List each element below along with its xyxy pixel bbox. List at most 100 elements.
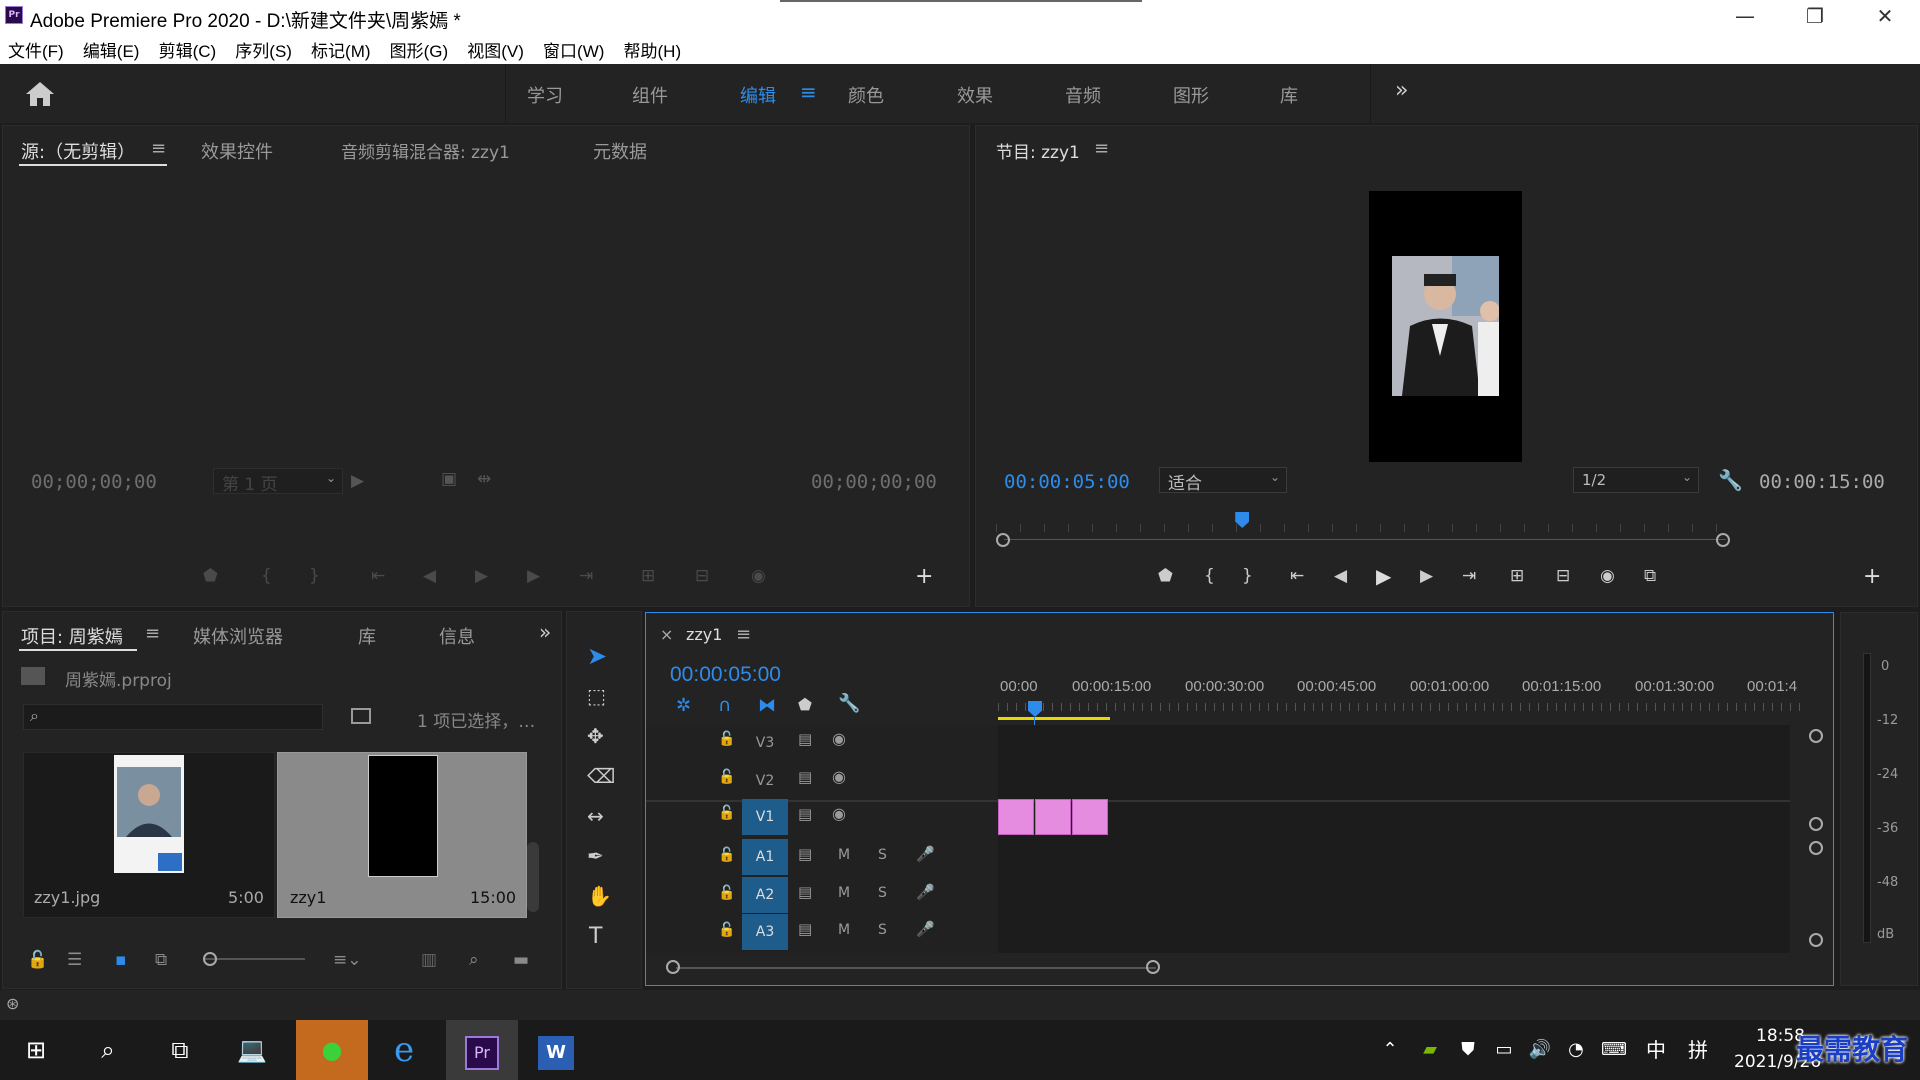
program-scrubber-track[interactable]	[1004, 539, 1726, 540]
project-panel-menu-icon[interactable]: ≡	[145, 623, 160, 644]
mark-in-icon[interactable]: {	[1204, 566, 1215, 586]
new-bin-icon[interactable]: ▬	[513, 950, 529, 970]
sync-status-icon[interactable]: ⊛	[6, 994, 19, 1013]
track-label-v2[interactable]: V2	[742, 763, 788, 799]
find-icon[interactable]: ⌕	[469, 950, 479, 970]
program-resolution-select[interactable]: 1/2 ⌄	[1573, 467, 1699, 493]
add-marker-icon[interactable]: ⬟	[1158, 566, 1173, 586]
menu-clip[interactable]: 剪辑(C)	[159, 34, 217, 62]
tab-timeline-sequence[interactable]: zzy1	[686, 625, 722, 644]
scroll-left-handle[interactable]	[666, 960, 680, 974]
premiere-taskbar-icon[interactable]: Pr	[446, 1020, 518, 1080]
track-label-a2[interactable]: A2	[742, 877, 788, 913]
trim-icon[interactable]: ⇹	[477, 469, 491, 489]
tray-expand-icon[interactable]: ⌃	[1370, 1020, 1410, 1080]
track-label-v3[interactable]: V3	[742, 725, 788, 761]
add-button-icon[interactable]: +	[915, 564, 933, 589]
type-tool-icon[interactable]: T	[589, 924, 602, 949]
timeline-playhead-timecode[interactable]: 00:00:05:00	[670, 663, 781, 687]
go-to-out-icon[interactable]: ⇥	[579, 566, 593, 586]
project-search-input[interactable]: ⌕	[23, 704, 323, 730]
sync-lock-icon[interactable]: ▤	[798, 730, 812, 748]
volume-icon[interactable]: 🔊	[1520, 1020, 1560, 1080]
workspace-audio[interactable]: 音频	[1065, 82, 1101, 108]
list-view-icon[interactable]: ☰	[67, 950, 82, 970]
timeline-settings-wrench-icon[interactable]: 🔧	[838, 693, 860, 714]
workspace-menu-icon[interactable]: ≡	[800, 80, 817, 104]
track-lock-icon[interactable]: 🔓	[718, 922, 735, 938]
hand-tool-icon[interactable]: ✋	[587, 884, 612, 908]
workspace-learn[interactable]: 学习	[527, 82, 563, 108]
track-label-v1[interactable]: V1	[742, 799, 788, 835]
vertical-scroll-handle[interactable]	[1809, 841, 1823, 855]
solo-button[interactable]: S	[878, 885, 887, 901]
sync-lock-icon[interactable]: ▤	[798, 768, 812, 786]
tab-audio-clip-mixer[interactable]: 音频剪辑混合器: zzy1	[341, 138, 510, 163]
program-zoom-select[interactable]: 适合 ⌄	[1159, 467, 1287, 494]
overwrite-icon[interactable]: ⊟	[695, 566, 709, 586]
drop-frame-icon[interactable]: ▣	[441, 469, 457, 489]
program-panel-menu-icon[interactable]: ≡	[1094, 138, 1109, 159]
ime-indicator[interactable]: 中	[1636, 1020, 1676, 1080]
track-lock-icon[interactable]: 🔓	[718, 769, 735, 785]
eye-icon[interactable]: ◉	[832, 804, 846, 823]
eye-icon[interactable]: ◉	[832, 729, 846, 748]
windows-start-icon[interactable]: ⊞	[0, 1020, 72, 1080]
ripple-edit-tool-icon[interactable]: ✥	[587, 724, 604, 748]
microphone-icon[interactable]: 🎤	[916, 883, 935, 901]
freeform-view-icon[interactable]: ⧉	[155, 950, 167, 970]
internet-explorer-icon[interactable]: e	[368, 1020, 440, 1080]
step-back-icon[interactable]: ◀	[1334, 566, 1347, 586]
play-icon[interactable]: ▶	[475, 566, 488, 586]
sync-lock-icon[interactable]: ▤	[798, 845, 812, 863]
tab-source[interactable]: 源:（无剪辑）	[21, 138, 135, 164]
icon-view-icon[interactable]: ▪	[115, 950, 127, 970]
project-overflow-icon[interactable]: »	[539, 620, 551, 644]
slip-tool-icon[interactable]: ↔	[587, 804, 604, 828]
wifi-icon[interactable]: ◔	[1556, 1020, 1596, 1080]
mark-out-icon[interactable]: }	[1242, 566, 1253, 586]
wechat-icon[interactable]: ●	[296, 1020, 368, 1080]
menu-file[interactable]: 文件(F)	[8, 34, 64, 62]
sort-icon[interactable]: ≡⌄	[333, 950, 362, 970]
minimize-button[interactable]: —	[1710, 0, 1780, 34]
go-to-in-icon[interactable]: ⇤	[371, 566, 385, 586]
mute-button[interactable]: M	[838, 847, 850, 863]
solo-button[interactable]: S	[878, 922, 887, 938]
video-clip[interactable]	[1035, 799, 1071, 835]
source-timecode-in[interactable]: 00;00;00;00	[31, 471, 157, 493]
maximize-button[interactable]: ❐	[1780, 0, 1850, 34]
add-button-icon[interactable]: +	[1863, 564, 1881, 589]
track-lock-icon[interactable]: 🔓	[718, 805, 735, 821]
microphone-icon[interactable]: 🎤	[916, 845, 935, 863]
workspace-libraries[interactable]: 库	[1280, 82, 1298, 108]
workspace-assembly[interactable]: 组件	[632, 82, 668, 108]
track-lock-icon[interactable]: 🔓	[718, 885, 735, 901]
vertical-scroll-handle[interactable]	[1809, 933, 1823, 947]
vertical-scroll-handle[interactable]	[1809, 729, 1823, 743]
timeline-playhead[interactable]	[1028, 701, 1042, 717]
selection-tool-icon[interactable]: ➤	[587, 642, 607, 670]
track-select-tool-icon[interactable]: ⬚	[587, 684, 606, 708]
security-tray-icon[interactable]: ⛊	[1448, 1020, 1488, 1080]
menu-view[interactable]: 视图(V)	[467, 34, 524, 62]
project-item[interactable]: zzy1.jpg 5:00	[23, 752, 275, 918]
tab-project[interactable]: 项目: 周紫嫣	[21, 623, 123, 649]
track-lock-icon[interactable]: 🔓	[718, 847, 735, 863]
export-frame-icon[interactable]: ◉	[1600, 566, 1615, 586]
add-marker-icon[interactable]: ⬟	[798, 695, 812, 714]
sync-lock-icon[interactable]: ▤	[798, 920, 812, 938]
comparison-view-icon[interactable]: ⧉	[1644, 566, 1656, 586]
timeline-close-icon[interactable]: ×	[660, 625, 673, 644]
insert-icon[interactable]: ⊞	[641, 566, 655, 586]
workspace-graphics[interactable]: 图形	[1173, 82, 1209, 108]
microphone-icon[interactable]: 🎤	[916, 920, 935, 938]
razor-tool-icon[interactable]: ⌫	[587, 764, 615, 788]
menu-window[interactable]: 窗口(W)	[543, 34, 604, 62]
mute-button[interactable]: M	[838, 922, 850, 938]
marker-icon[interactable]: ⬟	[203, 566, 218, 586]
tab-metadata[interactable]: 元数据	[593, 138, 647, 164]
export-frame-icon[interactable]: ◉	[751, 566, 766, 586]
scrubber-start-handle[interactable]	[996, 533, 1010, 547]
lock-icon[interactable]: 🔓	[27, 950, 48, 970]
